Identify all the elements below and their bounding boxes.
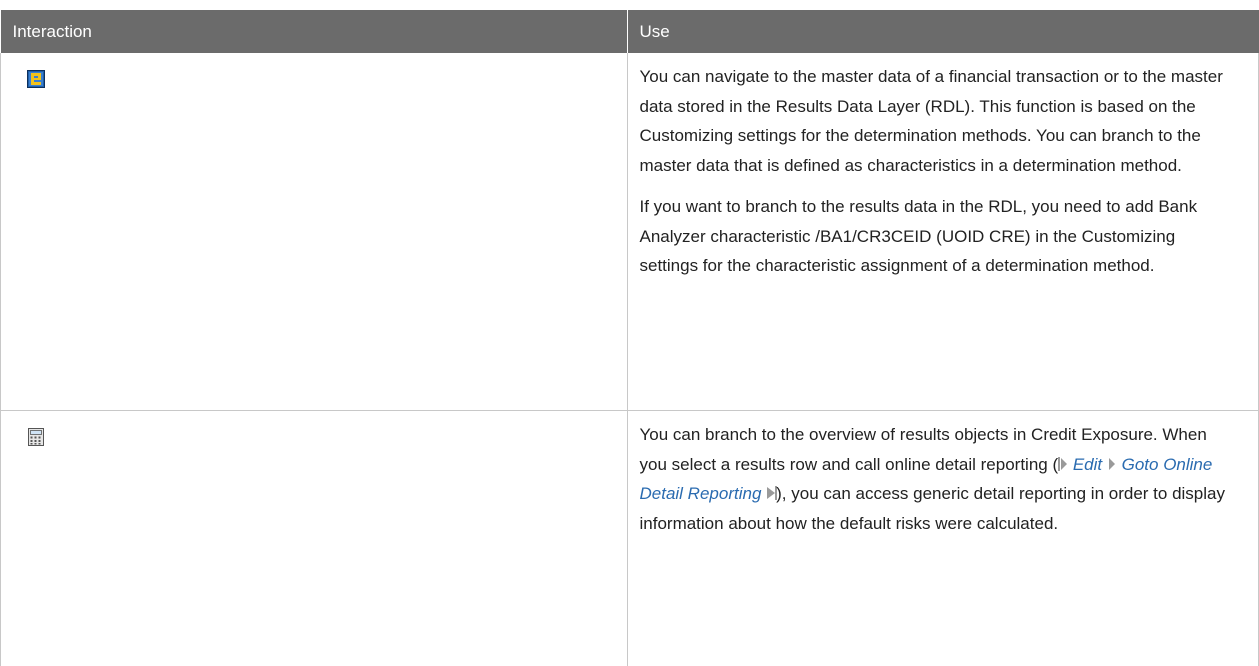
description-paragraph: You can navigate to the master data of a… [640,62,1239,180]
table-header-row: Interaction Use [1,10,1259,53]
calculator-icon[interactable] [27,426,45,444]
use-cell: You can navigate to the master data of a… [627,53,1259,411]
description-paragraph: You can branch to the overview of result… [640,420,1239,538]
description-paragraph: If you want to branch to the results dat… [640,192,1239,281]
menu-path-start-icon [1058,451,1068,465]
interaction-cell [1,411,628,666]
use-cell: You can branch to the overview of result… [627,411,1259,666]
menu-path-edit[interactable]: Edit [1073,455,1102,474]
header-use: Use [627,10,1259,53]
navigate-master-data-icon[interactable] [27,68,45,86]
table-row: You can branch to the overview of result… [1,411,1259,666]
header-interaction: Interaction [1,10,628,53]
menu-path-separator-icon [1107,451,1117,465]
interaction-table: Interaction Use Yo [0,10,1259,666]
interaction-cell [1,53,628,411]
menu-path-end-icon [766,480,776,494]
table-row: You can navigate to the master data of a… [1,53,1259,411]
